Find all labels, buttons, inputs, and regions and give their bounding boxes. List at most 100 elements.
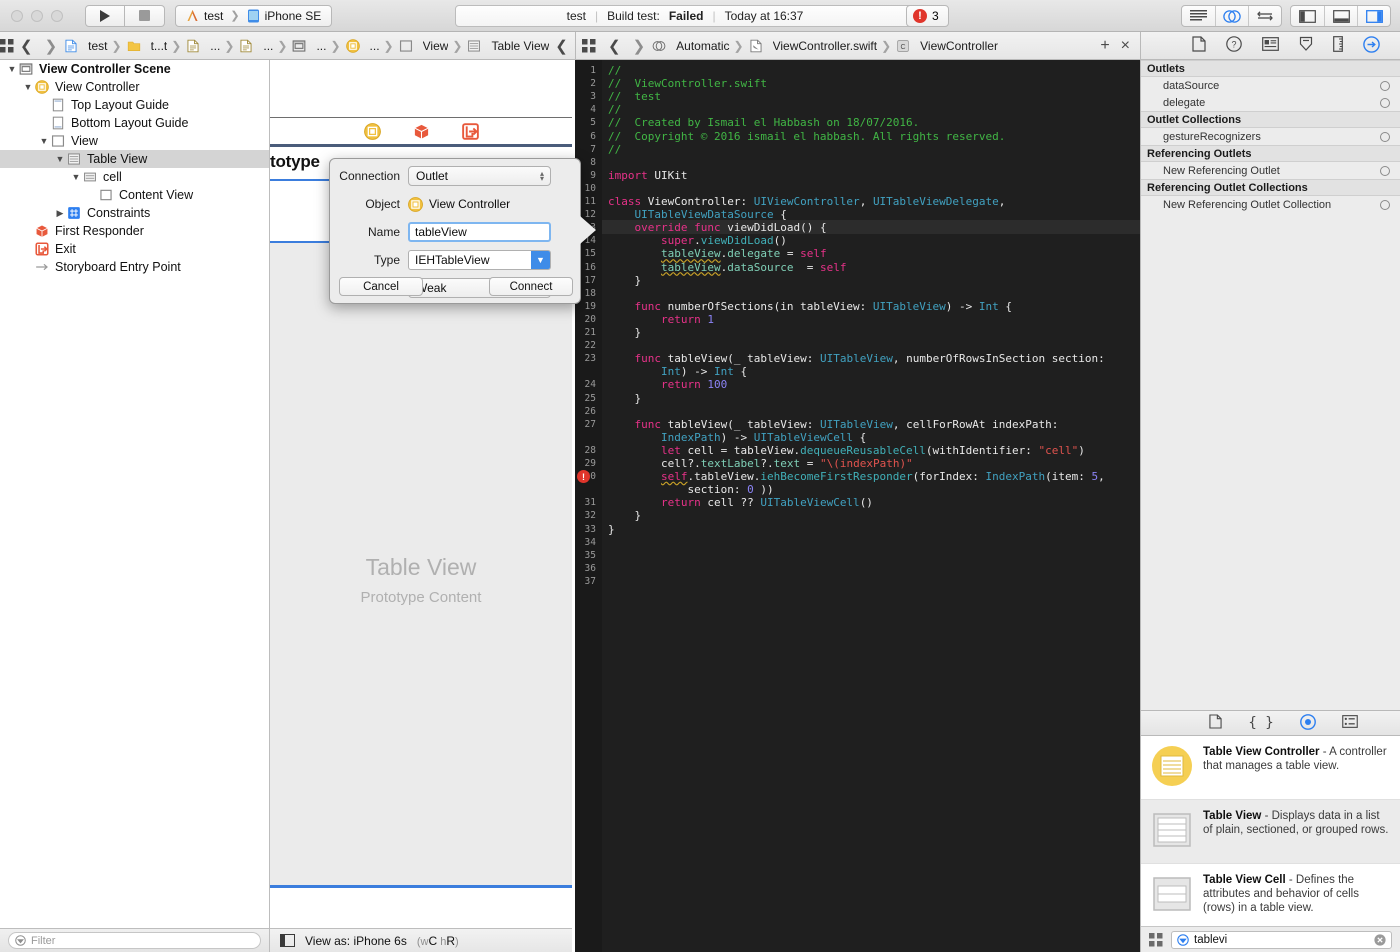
disclosure-expanded-icon[interactable]: ▼ [6, 64, 18, 74]
close-assistant-editor-button[interactable]: × [1121, 37, 1130, 55]
disclosure-expanded-icon[interactable]: ▼ [54, 154, 66, 164]
code-snippet-library-tab[interactable]: { } [1248, 715, 1273, 731]
inspector-connection-row[interactable]: New Referencing Outlet [1141, 162, 1400, 179]
connection-well[interactable] [1380, 80, 1390, 91]
outline-row-storyboard-entry-point[interactable]: Storyboard Entry Point [0, 258, 269, 276]
connection-well[interactable] [1380, 165, 1390, 176]
add-assistant-editor-button[interactable]: + [1100, 37, 1109, 55]
device-icon[interactable] [280, 934, 295, 947]
inspector-connection-row[interactable]: New Referencing Outlet Collection [1141, 196, 1400, 213]
outline-row-view-controller-scene[interactable]: ▼ View Controller Scene [0, 60, 269, 78]
navigator-toggle-button[interactable] [1291, 6, 1324, 26]
outline-row-view[interactable]: ▼ View [0, 132, 269, 150]
connection-select[interactable]: Outlet ▴ ▾ [408, 166, 551, 186]
outline-row-constraints[interactable]: ▶ Constraints [0, 204, 269, 222]
minimize-button[interactable] [31, 9, 43, 22]
error-gutter-icon[interactable]: ! [577, 470, 590, 484]
size-inspector-tab[interactable] [1332, 36, 1343, 55]
assistant-editor-button[interactable] [1215, 6, 1248, 26]
breadcrumb-item-5[interactable]: ... [291, 39, 326, 53]
outline-row-first-responder[interactable]: First Responder [0, 222, 269, 240]
breadcrumb-item-4[interactable]: ... [238, 39, 273, 53]
connect-button[interactable]: Connect [489, 277, 573, 296]
code-editor[interactable]: 1 // 2 // ViewController.swift 3 // test 4 // 5 /… [575, 60, 1140, 952]
quick-help-tab[interactable]: ? [1225, 36, 1242, 55]
library-item[interactable]: Table View Controller - A controller tha… [1141, 736, 1400, 800]
scheme-selector[interactable]: test ❯ iPhone SE [175, 4, 333, 27]
code-token: // [608, 142, 622, 156]
forward-button[interactable]: ❯ [39, 37, 64, 55]
exit-icon[interactable] [461, 123, 479, 140]
library-search-input[interactable]: tablevi [1171, 930, 1392, 949]
code-token: tableView( [661, 417, 734, 431]
stop-button[interactable] [125, 4, 165, 27]
previous-issue-button[interactable]: ❮ [549, 37, 574, 55]
utilities-toggle-button[interactable] [1357, 6, 1390, 26]
file-template-library-tab[interactable] [1209, 714, 1222, 732]
outline-row-view-controller[interactable]: ▼ View Controller [0, 78, 269, 96]
breadcrumb-item-8[interactable]: Table View [466, 39, 549, 53]
object-library-tab[interactable] [1299, 713, 1316, 733]
breadcrumb-item-1[interactable]: Automatic [651, 39, 730, 53]
inspector-connection-row[interactable]: gestureRecognizers [1141, 128, 1400, 145]
document-outline[interactable]: ▼ View Controller Scene ▼ View Controller T… [0, 60, 270, 928]
view-as-label[interactable]: View as: iPhone 6s [305, 934, 407, 948]
source-code-area[interactable]: 1 // 2 // ViewController.swift 3 // test 4 // 5 /… [577, 60, 1140, 952]
name-input[interactable]: tableView [408, 222, 551, 242]
library-item[interactable]: Table View - Displays data in a list of … [1141, 800, 1400, 864]
zoom-button[interactable] [51, 9, 63, 22]
object-library-list[interactable]: Table View Controller - A controller tha… [1141, 736, 1400, 928]
outline-row-content-view[interactable]: Content View [0, 186, 269, 204]
close-button[interactable] [11, 9, 23, 22]
outline-row-top-layout-guide[interactable]: Top Layout Guide [0, 96, 269, 114]
filter-field[interactable]: Filter [8, 932, 261, 949]
outline-row-table-view[interactable]: ▼ Table View [0, 150, 269, 168]
breadcrumb-item-7[interactable]: View [398, 39, 448, 53]
disclosure-expanded-icon[interactable]: ▼ [38, 136, 50, 146]
table-view-body[interactable]: Table View Prototype Content [270, 243, 572, 894]
breadcrumb-item-3[interactable]: ... [185, 39, 220, 53]
file-inspector-tab[interactable] [1191, 36, 1206, 55]
first-responder-icon[interactable] [413, 123, 430, 140]
identity-inspector-tab[interactable] [1261, 37, 1279, 54]
code-token: , [859, 195, 873, 208]
debug-area-toggle-button[interactable] [1324, 6, 1357, 26]
version-editor-button[interactable] [1248, 6, 1281, 26]
standard-editor-button[interactable] [1182, 6, 1215, 26]
connection-well[interactable] [1380, 199, 1390, 210]
disclosure-expanded-icon[interactable]: ▼ [70, 172, 82, 182]
outline-row-exit[interactable]: Exit [0, 240, 269, 258]
breadcrumb-item-2[interactable]: t...t [126, 39, 167, 53]
connection-well[interactable] [1380, 131, 1390, 142]
breadcrumb-item-3[interactable]: C ViewController [895, 39, 998, 53]
clear-icon[interactable] [1374, 933, 1386, 946]
back-button[interactable]: ❮ [602, 37, 627, 55]
related-items-button[interactable] [576, 38, 602, 53]
media-library-tab[interactable] [1341, 715, 1358, 731]
cancel-button[interactable]: Cancel [339, 277, 423, 296]
inspector-connection-row[interactable]: dataSource [1141, 77, 1400, 94]
connection-popover[interactable]: Connection Outlet ▴ ▾ Object View Control… [329, 158, 581, 304]
outline-row-bottom-layout-guide[interactable]: Bottom Layout Guide [0, 114, 269, 132]
outline-row-cell[interactable]: ▼ cell [0, 168, 269, 186]
related-items-button[interactable] [0, 38, 14, 53]
grid-view-icon[interactable] [1149, 932, 1163, 947]
chevron-down-icon[interactable]: ▼ [531, 251, 550, 269]
forward-button[interactable]: ❯ [627, 37, 652, 55]
breadcrumb-item-6[interactable]: ... [345, 39, 380, 53]
view-controller-icon[interactable] [363, 123, 381, 140]
disclosure-expanded-icon[interactable]: ▼ [22, 82, 34, 92]
breadcrumb-item-1[interactable]: test [63, 39, 108, 53]
inspector-connection-row[interactable]: delegate [1141, 94, 1400, 111]
debug-area-toggle-icon [1332, 9, 1350, 23]
back-button[interactable]: ❮ [14, 37, 39, 55]
breadcrumb-item-2[interactable]: ViewController.swift [748, 39, 877, 53]
error-count-badge[interactable]: ! 3 [906, 5, 949, 27]
library-item[interactable]: Table View Cell - Defines the attributes… [1141, 864, 1400, 928]
type-combobox[interactable]: IEHTableView ▼ [408, 250, 551, 270]
connection-well[interactable] [1380, 97, 1390, 108]
disclosure-collapsed-icon[interactable]: ▶ [54, 208, 66, 219]
connections-inspector-tab[interactable] [1362, 35, 1380, 56]
attributes-inspector-tab[interactable] [1299, 36, 1313, 55]
run-button[interactable] [85, 4, 125, 27]
